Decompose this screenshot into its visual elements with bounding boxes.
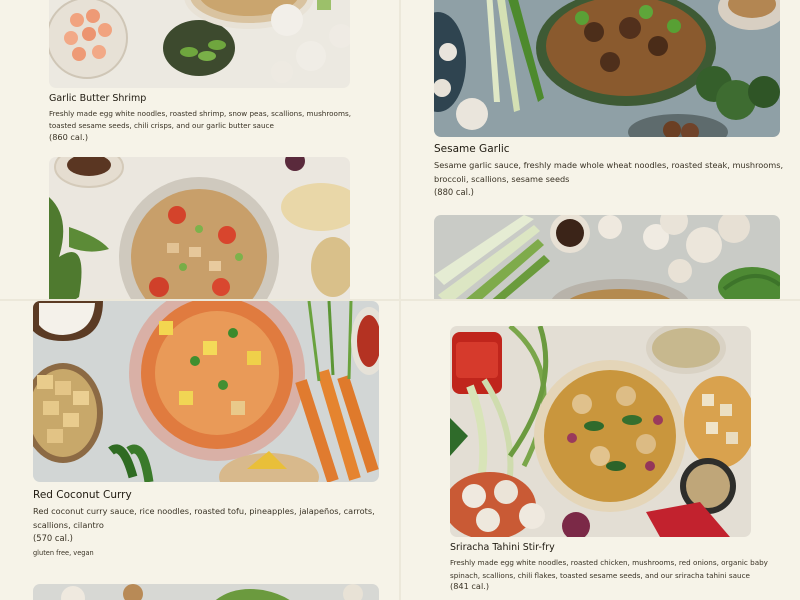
dish-photo-top-right-lower[interactable] <box>434 215 780 299</box>
menu-screenshot-grid: Garlic Butter Shrimp Freshly made egg wh… <box>0 0 800 600</box>
sriracha-tahini-name: Sriracha Tahini Stir-fry <box>450 542 555 553</box>
pane-sesame-garlic: Sesame Garlic Sesame garlic sauce, fresh… <box>401 0 800 299</box>
dish-photo-top-left-lower[interactable] <box>49 157 350 299</box>
sesame-garlic-photo[interactable] <box>434 0 780 137</box>
horizontal-divider <box>0 299 800 301</box>
red-coconut-curry-description: Red coconut curry sauce, rice noodles, r… <box>33 506 375 530</box>
garlic-butter-shrimp-photo[interactable] <box>49 0 350 88</box>
sriracha-tahini-calories: (841 cal.) <box>450 581 490 591</box>
garlic-butter-shrimp-calories: (860 cal.) <box>49 132 89 142</box>
red-coconut-curry-photo[interactable] <box>33 301 379 482</box>
sriracha-tahini-photo[interactable] <box>450 326 751 537</box>
sesame-garlic-description: Sesame garlic sauce, freshly made whole … <box>434 160 784 184</box>
garlic-butter-shrimp-description: Freshly made egg white noodles, roasted … <box>49 109 351 130</box>
sriracha-tahini-description: Freshly made egg white noodles, roasted … <box>450 558 768 580</box>
pane-garlic-butter-shrimp: Garlic Butter Shrimp Freshly made egg wh… <box>0 0 399 299</box>
pane-sriracha-tahini: Sriracha Tahini Stir-fry Freshly made eg… <box>401 301 800 600</box>
red-coconut-curry-name: Red Coconut Curry <box>33 489 132 501</box>
garlic-butter-shrimp-name: Garlic Butter Shrimp <box>49 93 147 104</box>
dish-photo-bottom-left-lower[interactable] <box>33 584 379 600</box>
sesame-garlic-name: Sesame Garlic <box>434 143 510 155</box>
sesame-garlic-calories: (880 cal.) <box>434 187 474 197</box>
pane-red-coconut-curry: Red Coconut Curry Red coconut curry sauc… <box>0 301 399 600</box>
red-coconut-curry-calories: (570 cal.) <box>33 533 73 543</box>
red-coconut-curry-dietary-tags: gluten free, vegan <box>33 549 94 557</box>
